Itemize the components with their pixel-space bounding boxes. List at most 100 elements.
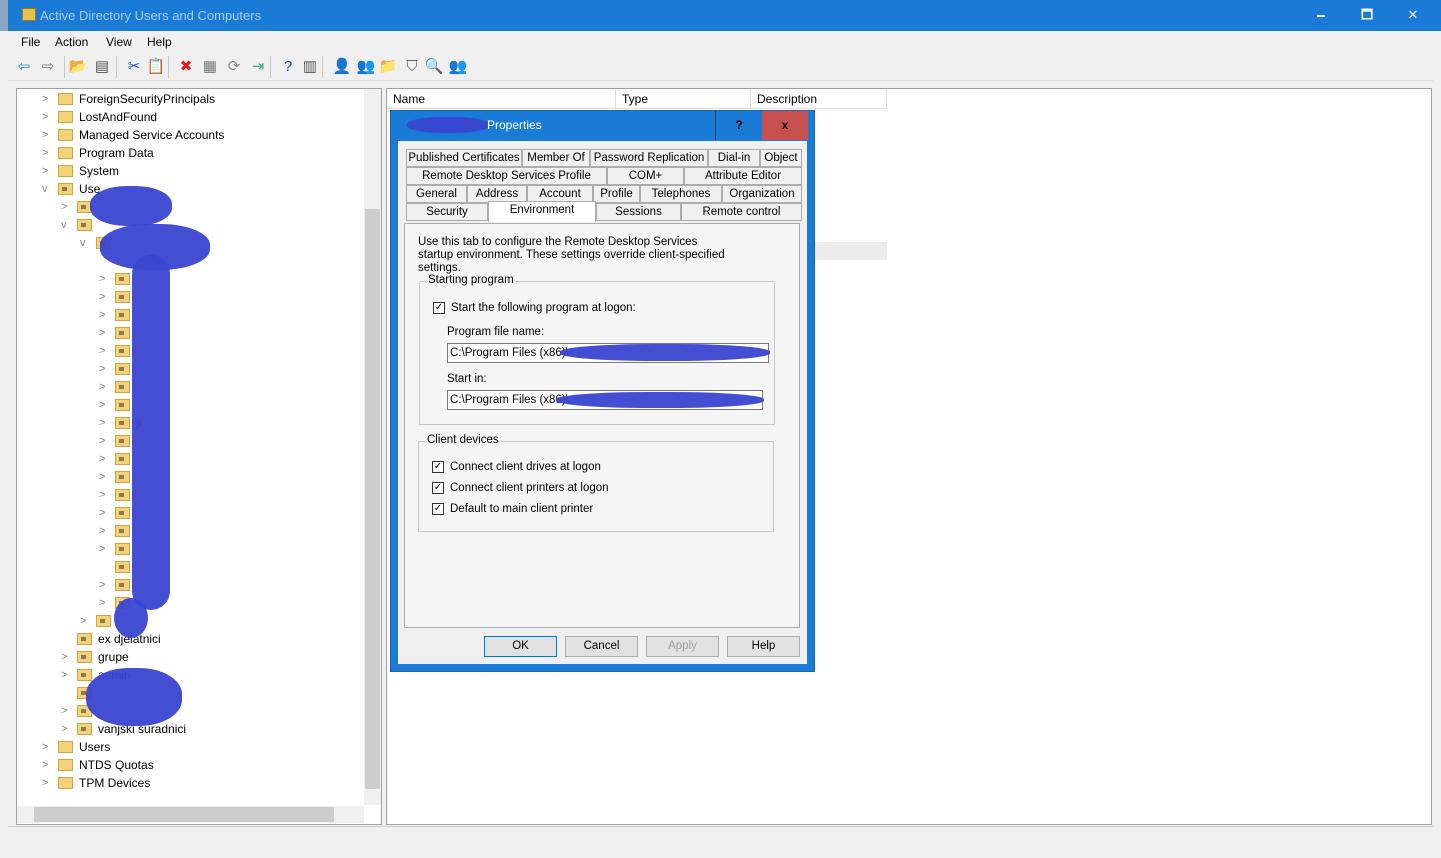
scroll-thumb[interactable] — [34, 807, 334, 822]
tree-item[interactable]: >ji — [17, 414, 363, 432]
cut-icon[interactable]: ✂ — [124, 57, 144, 77]
chevron-right-icon[interactable]: > — [99, 594, 109, 612]
tree-item[interactable]: > TPM Devices — [17, 774, 363, 792]
export-icon[interactable]: ⇥ — [248, 57, 268, 77]
cancel-button[interactable]: Cancel — [565, 636, 638, 657]
tree-item[interactable]: > LostAndFound — [17, 108, 363, 126]
column-description[interactable]: Description — [751, 89, 887, 109]
tree-item[interactable]: > — [17, 594, 363, 612]
tab-dial-in[interactable]: Dial-in — [708, 149, 760, 167]
tree-item[interactable]: > — [17, 306, 363, 324]
tree-item[interactable]: > ForeignSecurityPrincipals — [17, 90, 363, 108]
chevron-right-icon[interactable]: > — [99, 378, 109, 396]
tree-item[interactable]: > — [17, 198, 363, 216]
chevron-right-icon[interactable]: > — [42, 108, 52, 126]
tree-horizontal-scrollbar[interactable] — [17, 806, 364, 823]
chevron-right-icon[interactable]: > — [61, 198, 71, 216]
chevron-right-icon[interactable]: > — [42, 126, 52, 144]
close-button[interactable]: ✕ — [1390, 0, 1436, 31]
tab-environment[interactable]: Environment — [488, 201, 596, 222]
tab-member-of[interactable]: Member Of — [522, 149, 590, 167]
column-type[interactable]: Type — [616, 89, 751, 109]
tree-item[interactable]: > — [17, 396, 363, 414]
chevron-right-icon[interactable]: > — [80, 612, 90, 630]
tree-item[interactable]: > — [17, 342, 363, 360]
chevron-right-icon[interactable]: > — [99, 306, 109, 324]
chevron-right-icon[interactable]: > — [42, 162, 52, 180]
add-to-group-icon[interactable]: 👥 — [448, 57, 468, 77]
tab-telephones[interactable]: Telephones — [640, 185, 722, 203]
tab-attribute-editor[interactable]: Attribute Editor — [684, 167, 802, 185]
tree-item[interactable]: > — [17, 324, 363, 342]
delete-icon[interactable]: ✖ — [176, 57, 196, 77]
tree-vertical-scrollbar[interactable] — [364, 89, 381, 805]
chevron-right-icon[interactable]: > — [99, 288, 109, 306]
maximize-button[interactable]: 🗖 — [1344, 0, 1390, 31]
chevron-right-icon[interactable]: > — [42, 144, 52, 162]
chevron-right-icon[interactable]: > — [42, 90, 52, 108]
chevron-right-icon[interactable]: > — [99, 342, 109, 360]
tree-item[interactable]: > Program Data — [17, 144, 363, 162]
chevron-right-icon[interactable]: > — [99, 468, 109, 486]
tab-profile[interactable]: Profile — [593, 185, 640, 203]
chevron-right-icon[interactable]: > — [61, 702, 71, 720]
start-program-checkbox[interactable]: ✓ — [433, 302, 445, 314]
tab-remote-desktop-services-profile[interactable]: Remote Desktop Services Profile — [406, 167, 607, 185]
tree-item[interactable]: > NTDS Quotas — [17, 756, 363, 774]
chevron-right-icon[interactable]: > — [99, 396, 109, 414]
selected-row[interactable] — [815, 242, 887, 260]
menu-view[interactable]: View — [106, 35, 132, 49]
tab-remote-control[interactable]: Remote control — [681, 203, 802, 221]
help-button[interactable]: ? — [715, 111, 762, 140]
default-printer-checkbox[interactable]: ✓ — [432, 503, 444, 515]
filter-icon[interactable]: ⛉ — [402, 57, 422, 77]
scroll-thumb[interactable] — [365, 209, 380, 789]
show-tree-icon[interactable]: ▤ — [92, 57, 112, 77]
tree-item[interactable]: > — [17, 540, 363, 558]
chevron-right-icon[interactable]: > — [61, 666, 71, 684]
chevron-right-icon[interactable]: > — [99, 504, 109, 522]
tree-item[interactable]: > — [17, 360, 363, 378]
console-icon[interactable]: ▥ — [300, 57, 320, 77]
chevron-right-icon[interactable]: > — [99, 414, 109, 432]
up-folder-icon[interactable]: 📂 — [68, 57, 88, 77]
chevron-right-icon[interactable]: > — [99, 576, 109, 594]
tree-item[interactable] — [17, 684, 363, 702]
chevron-right-icon[interactable]: > — [99, 486, 109, 504]
tree-item[interactable]: > — [17, 522, 363, 540]
tree-item[interactable] — [17, 558, 363, 576]
menu-action[interactable]: Action — [55, 35, 88, 49]
tree-item[interactable]: > — [17, 486, 363, 504]
tab-general[interactable]: General — [406, 185, 467, 203]
chevron-right-icon[interactable]: > — [99, 432, 109, 450]
dialog-close-button[interactable]: x — [762, 111, 808, 140]
tab-sessions[interactable]: Sessions — [596, 203, 681, 221]
tree-item[interactable]: > vanjski suradnici — [17, 720, 363, 738]
tab-password-replication[interactable]: Password Replication — [590, 149, 708, 167]
chevron-right-icon[interactable]: > — [99, 270, 109, 288]
tree-item[interactable]: > — [17, 612, 363, 630]
tab-object[interactable]: Object — [760, 149, 802, 167]
tree-item[interactable]: ex djelatnici — [17, 630, 363, 648]
new-group-icon[interactable]: 👥 — [356, 57, 376, 77]
tree-item[interactable]: > — [17, 576, 363, 594]
chevron-right-icon[interactable]: > — [99, 360, 109, 378]
dialog-help-button[interactable]: Help — [727, 636, 800, 657]
chevron-right-icon[interactable]: > — [42, 774, 52, 792]
find-icon[interactable]: 🔍 — [424, 57, 444, 77]
tab-com-[interactable]: COM+ — [607, 167, 684, 185]
tree-item[interactable]: > — [17, 450, 363, 468]
tab-organization[interactable]: Organization — [722, 185, 802, 203]
chevron-right-icon[interactable]: > — [42, 756, 52, 774]
help-icon[interactable]: ? — [278, 57, 298, 77]
chevron-right-icon[interactable]: > — [99, 540, 109, 558]
tree-item[interactable]: > — [17, 468, 363, 486]
chevron-right-icon[interactable]: > — [61, 648, 71, 666]
tab-security[interactable]: Security — [406, 203, 488, 221]
apply-button[interactable]: Apply — [646, 636, 719, 657]
tree-item[interactable]: > — [17, 432, 363, 450]
paste-icon[interactable]: 📋 — [146, 57, 166, 77]
tree-item[interactable]: > System — [17, 162, 363, 180]
chevron-right-icon[interactable]: > — [99, 324, 109, 342]
back-icon[interactable]: ⇦ — [14, 57, 34, 77]
